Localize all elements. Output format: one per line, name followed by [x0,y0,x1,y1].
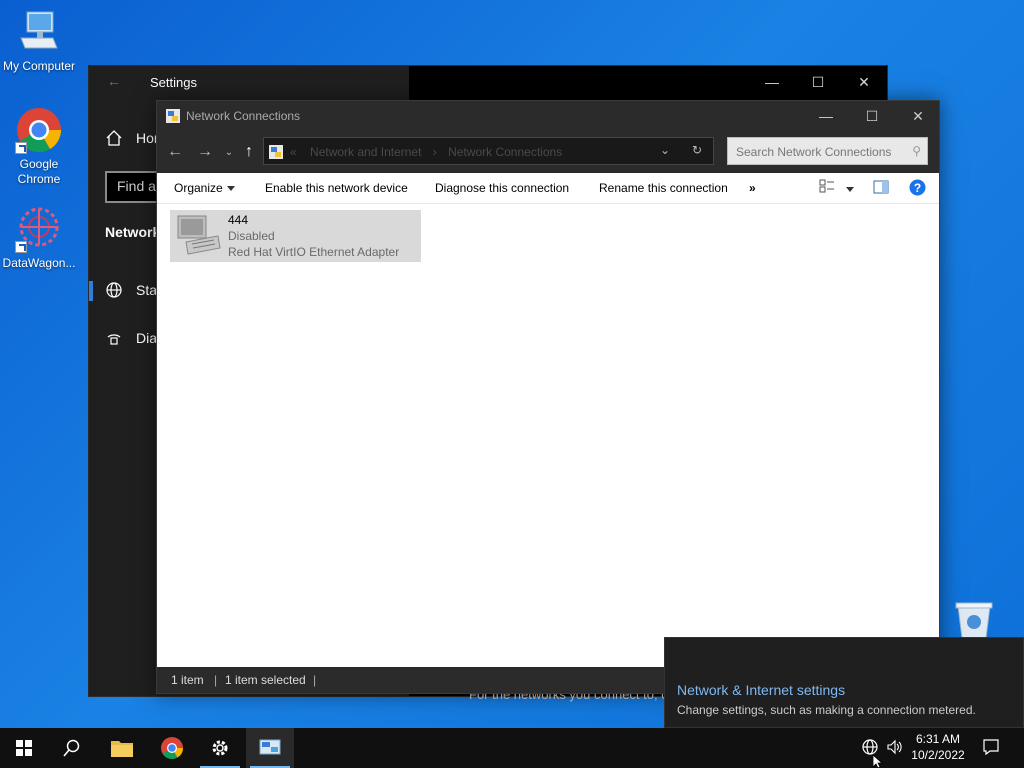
breadcrumb-item[interactable]: Network Connections [448,145,562,159]
diagnose-button[interactable]: Diagnose this connection [435,181,569,195]
item-count: 1 item [171,673,204,687]
adapter-status: Disabled [228,229,275,243]
refresh-icon[interactable]: ↻ [692,143,702,157]
start-button[interactable] [0,728,48,768]
desktop-icon-label: DataWagon... [2,256,76,270]
selected-count: 1 item selected [225,673,306,687]
breadcrumb-item[interactable]: Network and Internet [310,145,421,159]
change-view-button[interactable] [819,179,855,196]
preview-pane-icon [873,180,889,194]
file-explorer-button[interactable] [98,728,146,768]
shortcut-arrow-icon [15,241,27,253]
gear-icon [212,740,228,756]
control-panel-icon [259,739,281,755]
content-area: 444 Disabled Red Hat VirtIO Ethernet Ada… [157,204,939,669]
settings-titlebar: ← Settings — ☐ ✕ [89,66,887,98]
network-adapter-icon [174,214,222,258]
minimize-button[interactable]: — [749,66,795,98]
taskbar: 6:31 AM 10/2/2022 [0,728,1024,768]
search-placeholder: Search Network Connections [736,145,892,159]
command-bar: Organize Enable this network device Diag… [157,173,939,204]
network-connections-taskbar-button[interactable] [246,728,294,768]
window-title: Network Connections [186,109,301,123]
home-icon [105,129,123,147]
chrome-taskbar-button[interactable] [148,728,196,768]
network-adapter-item[interactable]: 444 Disabled Red Hat VirtIO Ethernet Ada… [170,210,421,262]
rename-button[interactable]: Rename this connection [599,181,728,195]
maximize-button[interactable]: ☐ [795,66,841,98]
maximize-button[interactable]: ☐ [849,101,895,131]
search-button[interactable] [48,728,96,768]
network-connections-icon [165,108,181,124]
view-icon [819,179,834,193]
volume-icon[interactable] [886,738,906,758]
system-clock[interactable]: 6:31 AM 10/2/2022 [906,731,970,763]
clock-time: 6:31 AM [915,732,961,746]
chrome-icon [161,737,183,759]
active-indicator [89,281,93,301]
recycle-bin-icon[interactable] [952,600,996,640]
dialup-icon [105,329,123,347]
organize-label: Organize [174,181,223,195]
network-connections-window: Network Connections — ☐ ✕ ← → ⌄ ↑ « Netw… [156,100,940,694]
svg-text:?: ? [914,181,921,195]
network-flyout-notification[interactable]: Network & Internet settings Change setti… [664,637,1024,728]
back-arrow-icon[interactable]: ← [163,140,187,164]
notification-body: Change settings, such as making a connec… [677,703,976,717]
settings-taskbar-button[interactable] [196,728,244,768]
search-icon [63,739,80,757]
minimize-button[interactable]: — [803,101,849,131]
datawagon-icon [15,205,63,253]
chrome-icon [15,106,63,154]
network-connections-icon [268,144,284,163]
computer-icon [15,8,63,56]
help-button[interactable]: ? [909,179,926,199]
adapter-name: 444 [228,213,249,227]
clock-date: 10/2/2022 [911,748,965,762]
status-divider: | [313,673,317,687]
preview-pane-button[interactable] [873,180,889,197]
breadcrumb: « Network and Internet › Network Connect… [290,145,563,159]
shortcut-arrow-icon [15,142,27,154]
mouse-cursor [872,754,885,768]
action-center-icon[interactable] [982,738,1002,758]
notification-title[interactable]: Network & Internet settings [677,682,845,698]
more-commands-button[interactable]: » [749,181,756,195]
organize-button[interactable]: Organize [174,181,235,195]
close-button[interactable]: ✕ [895,101,941,131]
desktop-icon-datawagon[interactable]: DataWagon... [1,205,77,271]
windows-icon [16,740,32,756]
search-input[interactable]: Search Network Connections ⚲ [727,137,928,165]
settings-title: Settings [150,75,197,90]
globe-icon [105,281,123,299]
caret-down-icon [226,186,235,192]
adapter-description: Red Hat VirtIO Ethernet Adapter [228,245,400,259]
close-button[interactable]: ✕ [841,66,887,98]
search-icon: ⚲ [912,144,921,158]
forward-arrow-icon[interactable]: → [193,140,217,164]
desktop-icon-label: Google Chrome [17,157,61,186]
desktop-icon-label: My Computer [2,59,76,73]
desktop-icon-google-chrome[interactable]: Google Chrome [1,106,77,187]
address-bar[interactable]: « Network and Internet › Network Connect… [263,137,714,165]
help-icon: ? [909,179,926,196]
chevron-down-icon[interactable]: ⌄ [660,143,670,157]
desktop-icon-my-computer[interactable]: My Computer [1,8,77,74]
nc-titlebar: Network Connections — ☐ ✕ [157,101,939,131]
address-toolbar: ← → ⌄ ↑ « Network and Internet › Network… [157,131,939,173]
status-divider: | [214,673,218,687]
caret-down-icon [846,187,855,193]
enable-device-button[interactable]: Enable this network device [265,181,408,195]
folder-icon [111,741,133,757]
back-arrow-icon[interactable]: ← [107,73,121,89]
up-arrow-icon[interactable]: ↑ [237,140,261,164]
